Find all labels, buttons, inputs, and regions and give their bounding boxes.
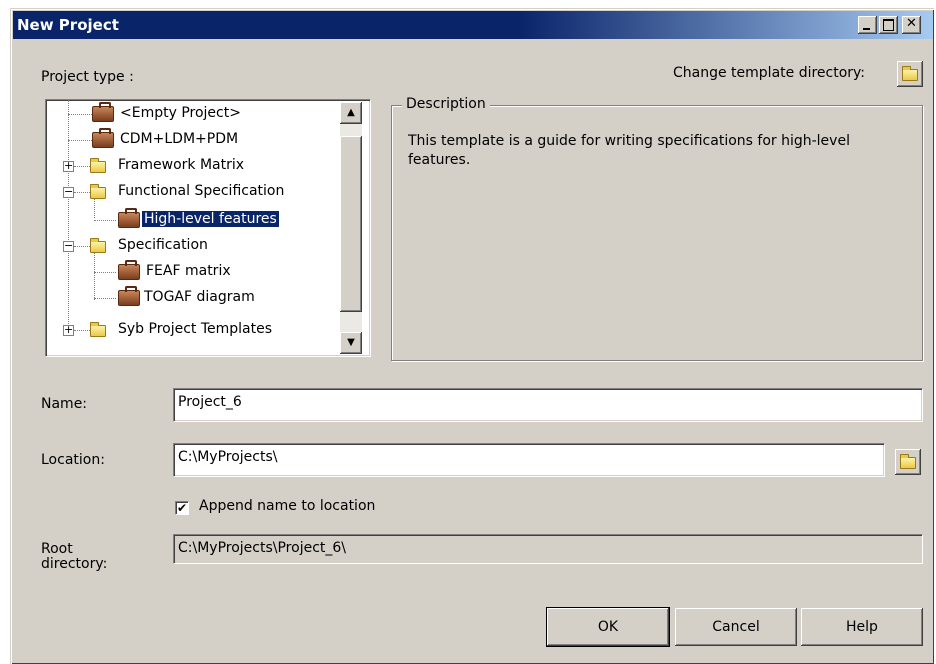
briefcase-icon [92, 102, 114, 122]
tree-item-label: Syb Project Templates [118, 321, 273, 337]
title-bar[interactable]: New Project ✕ [13, 11, 933, 39]
tree-item-high-level-features[interactable]: High-level features [46, 208, 336, 232]
arrow-down-icon: ▼ [347, 337, 355, 348]
folder-icon [90, 238, 106, 253]
scroll-down-button[interactable]: ▼ [340, 332, 362, 354]
expand-icon[interactable]: + [63, 160, 74, 172]
root-directory-field: C:\MyProjects\Project_6\ [173, 534, 923, 564]
folder-icon [90, 158, 106, 173]
folder-icon [90, 322, 106, 337]
tree-item-label: High-level features [141, 210, 280, 228]
project-type-label: Project type : [41, 69, 134, 85]
tree-item-framework-matrix[interactable]: + Framework Matrix [46, 154, 336, 178]
tree-item-label: TOGAF diagram [144, 289, 255, 305]
tree-item-label: Specification [118, 237, 208, 253]
tree-item-label: <Empty Project> [120, 105, 241, 121]
tree-connector [68, 114, 92, 115]
append-name-checkbox[interactable]: ✔ [175, 501, 189, 515]
tree-connector [94, 298, 116, 299]
tree-item-feaf-matrix[interactable]: FEAF matrix [46, 260, 336, 284]
close-button[interactable]: ✕ [902, 16, 921, 34]
folder-icon [900, 454, 916, 469]
change-template-label: Change template directory: [673, 65, 866, 81]
browse-location-button[interactable] [895, 449, 921, 475]
arrow-up-icon: ▲ [347, 107, 355, 118]
collapse-icon[interactable]: − [63, 186, 74, 198]
tree-item-cdm-ldm-pdm[interactable]: CDM+LDM+PDM [46, 128, 336, 152]
cancel-button[interactable]: Cancel [675, 608, 797, 646]
root-directory-label-line2: directory: [41, 556, 108, 572]
location-label: Location: [41, 452, 105, 468]
name-input[interactable]: Project_6 [173, 388, 923, 422]
window-title: New Project [17, 16, 119, 34]
close-icon: ✕ [906, 16, 917, 31]
ok-button[interactable]: OK [546, 607, 670, 647]
maximize-button[interactable] [879, 16, 898, 34]
new-project-dialog: New Project ✕ Project type : Change temp… [10, 8, 934, 664]
tree-item-label: Functional Specification [118, 183, 285, 199]
tree-item-functional-specification[interactable]: − Functional Specification [46, 180, 336, 204]
folder-icon [90, 184, 106, 199]
tree-item-syb-project-templates[interactable]: + Syb Project Templates [46, 318, 336, 342]
tree-connector [74, 330, 90, 331]
minimize-button[interactable] [858, 16, 877, 34]
tree-item-label: Framework Matrix [118, 157, 245, 173]
description-text: This template is a guide for writing spe… [408, 133, 850, 168]
tree-connector [74, 192, 90, 193]
scroll-up-button[interactable]: ▲ [340, 102, 362, 124]
tree-connector [74, 166, 90, 167]
briefcase-icon [118, 260, 140, 280]
tree-connector [68, 140, 92, 141]
tree-item-label: CDM+LDM+PDM [120, 131, 239, 147]
briefcase-icon [118, 286, 140, 306]
description-legend: Description [402, 96, 490, 112]
project-type-tree[interactable]: <Empty Project> CDM+LDM+PDM + Framework … [45, 99, 371, 357]
briefcase-icon [118, 208, 140, 228]
tree-item-togaf-diagram[interactable]: TOGAF diagram [46, 286, 336, 310]
tree-item-specification[interactable]: − Specification [46, 234, 336, 258]
tree-scrollbar[interactable]: ▲ ▼ [340, 102, 362, 354]
location-input[interactable]: C:\MyProjects\ [173, 443, 885, 477]
scroll-thumb[interactable] [340, 136, 362, 312]
collapse-icon[interactable]: − [63, 240, 74, 252]
tree-item-empty-project[interactable]: <Empty Project> [46, 102, 336, 126]
briefcase-icon [92, 128, 114, 148]
expand-icon[interactable]: + [63, 324, 74, 336]
tree-connector [94, 220, 116, 221]
folder-icon [902, 66, 918, 81]
tree-connector [74, 246, 90, 247]
description-group: Description This template is a guide for… [391, 96, 923, 361]
name-label: Name: [41, 396, 88, 412]
help-button[interactable]: Help [801, 608, 923, 646]
tree-connector [94, 272, 116, 273]
tree-item-label: FEAF matrix [146, 263, 231, 279]
root-directory-label-line1: Root [41, 541, 73, 557]
append-name-label: Append name to location [199, 498, 376, 514]
change-template-directory-button[interactable] [897, 61, 923, 87]
